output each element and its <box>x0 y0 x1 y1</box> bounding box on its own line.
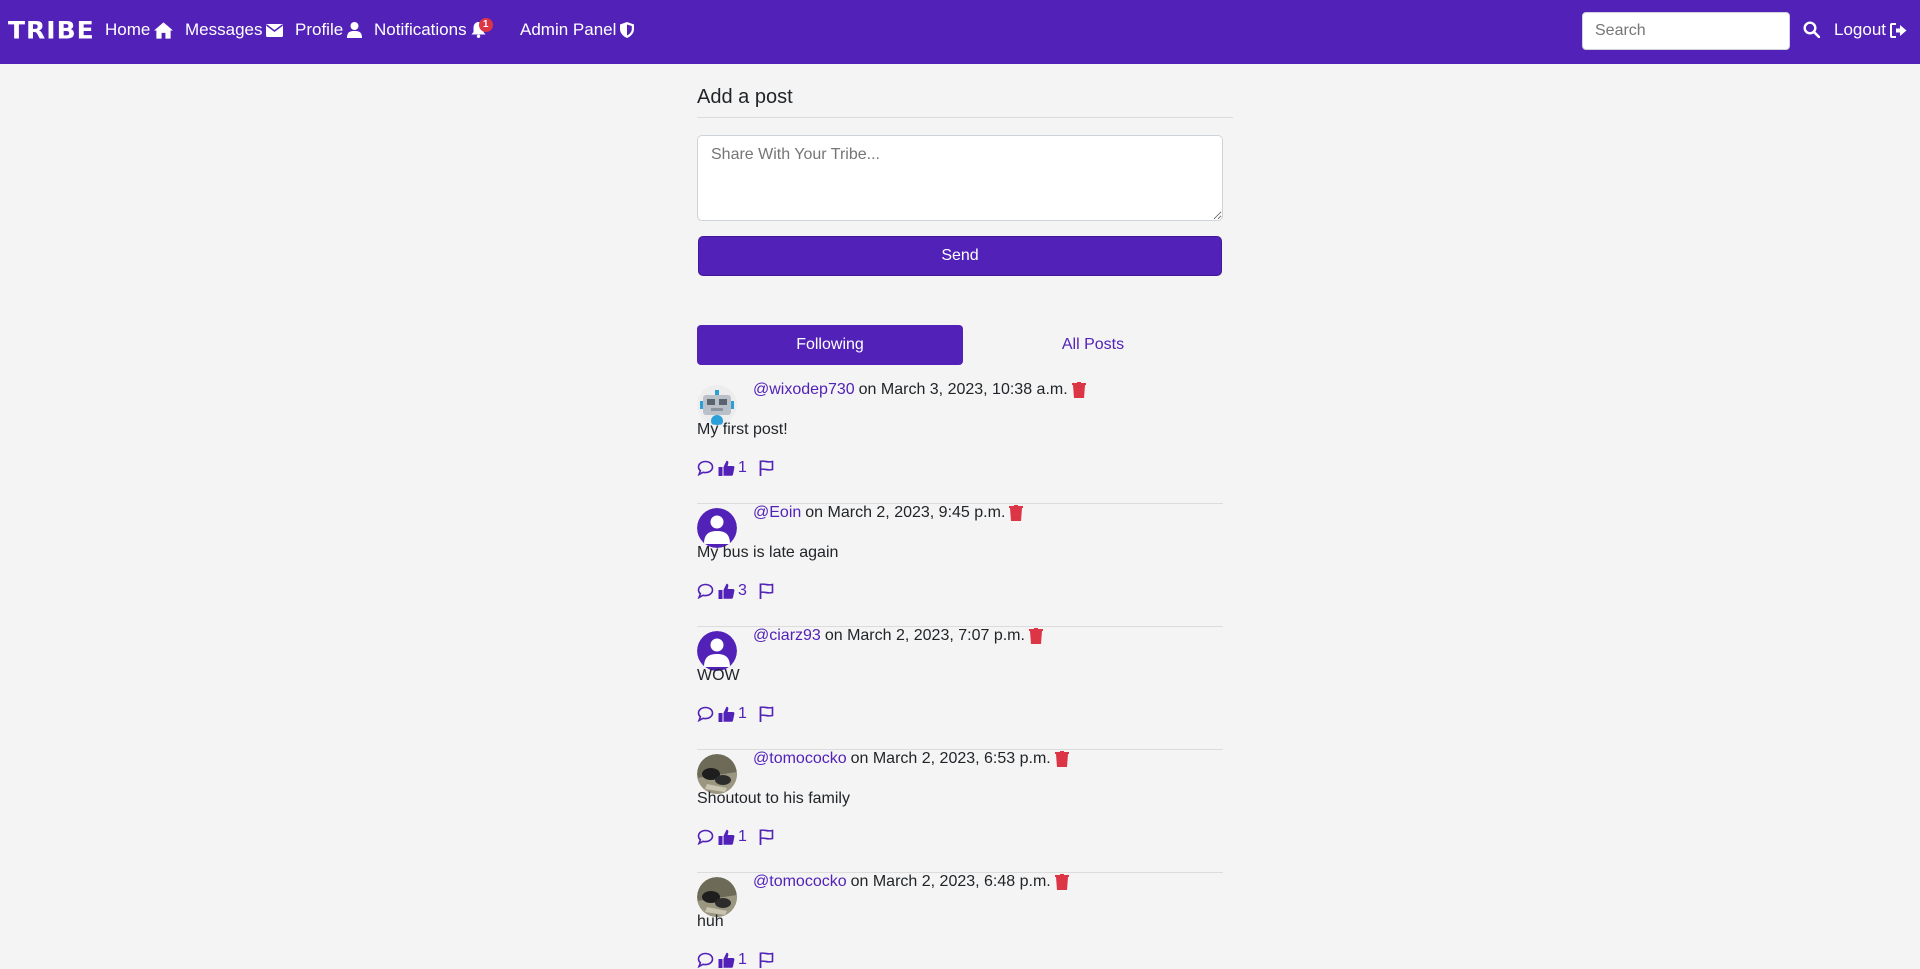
trash-icon[interactable] <box>1054 751 1069 767</box>
brand-logo[interactable]: TRIBE <box>8 17 95 45</box>
logout-icon <box>1890 22 1907 38</box>
post-actions: 1 <box>697 951 774 969</box>
thumbs-up-icon[interactable] <box>718 829 735 845</box>
nav-home[interactable]: Home <box>105 20 174 40</box>
post-meta: @tomococko on March 2, 2023, 6:53 p.m. <box>753 750 1069 768</box>
nav-notifications-label: Notifications <box>374 20 467 39</box>
comment-icon[interactable] <box>697 583 714 599</box>
nav-profile[interactable]: Profile <box>295 20 363 40</box>
post-body: My first post! <box>697 421 788 438</box>
post-meta: @Eoin on March 2, 2023, 9:45 p.m. <box>753 504 1024 522</box>
post-meta: @tomococko on March 2, 2023, 6:48 p.m. <box>753 873 1069 891</box>
nav-messages-label: Messages <box>185 20 263 39</box>
post-username[interactable]: @tomococko <box>753 750 847 768</box>
flag-icon[interactable] <box>759 583 774 599</box>
shield-icon <box>620 22 635 38</box>
like-count: 1 <box>738 459 747 476</box>
post-item: @wixodep730 on March 3, 2023, 10:38 a.m.… <box>697 381 1223 504</box>
search-button[interactable] <box>1803 21 1821 43</box>
nav-notifications[interactable]: Notifications 1 <box>374 18 493 40</box>
nav-profile-label: Profile <box>295 20 344 39</box>
post-meta: @wixodep730 on March 3, 2023, 10:38 a.m. <box>753 381 1086 399</box>
robot-avatar-icon <box>697 385 737 425</box>
trash-icon[interactable] <box>1009 505 1024 521</box>
post-username[interactable]: @tomococko <box>753 873 847 891</box>
avatar[interactable] <box>697 385 737 425</box>
navbar: TRIBE Home Messages Profile Notification… <box>0 0 1920 64</box>
post-username[interactable]: @wixodep730 <box>753 381 855 399</box>
avatar[interactable] <box>697 631 737 671</box>
post-actions: 1 <box>697 705 774 723</box>
flag-icon[interactable] <box>759 460 774 476</box>
nav-home-label: Home <box>105 20 151 39</box>
default-user-avatar-icon <box>697 631 737 671</box>
post-date: on March 3, 2023, 10:38 a.m. <box>858 381 1068 398</box>
post-date: on March 2, 2023, 6:48 p.m. <box>850 873 1051 890</box>
like-count: 3 <box>738 582 747 599</box>
send-button[interactable]: Send <box>699 237 1221 275</box>
post-body: WOW <box>697 667 740 684</box>
comment-icon[interactable] <box>697 952 714 968</box>
post-item: @tomococko on March 2, 2023, 6:48 p.m. h… <box>697 873 1223 969</box>
avatar[interactable] <box>697 508 737 548</box>
like-count: 1 <box>738 951 747 968</box>
envelope-icon <box>266 23 284 37</box>
post-date: on March 2, 2023, 7:07 p.m. <box>824 627 1025 644</box>
post-date: on March 2, 2023, 6:53 p.m. <box>850 750 1051 767</box>
thumbs-up-icon[interactable] <box>718 460 735 476</box>
divider <box>697 117 1233 118</box>
comment-icon[interactable] <box>697 460 714 476</box>
post-actions: 3 <box>697 582 774 600</box>
post-body: My bus is late again <box>697 544 839 561</box>
nav-logout-label: Logout <box>1834 20 1886 39</box>
avatar[interactable] <box>697 877 737 917</box>
post-item: @Eoin on March 2, 2023, 9:45 p.m. My bus… <box>697 504 1223 627</box>
post-actions: 1 <box>697 828 774 846</box>
nav-logout[interactable]: Logout <box>1834 20 1907 40</box>
search-icon <box>1803 21 1821 39</box>
post-item: @tomococko on March 2, 2023, 6:53 p.m. S… <box>697 750 1223 873</box>
add-post-title: Add a post <box>697 86 793 108</box>
thumbs-up-icon[interactable] <box>718 583 735 599</box>
post-textarea[interactable] <box>697 135 1223 221</box>
thumbs-up-icon[interactable] <box>718 952 735 968</box>
trash-icon[interactable] <box>1028 628 1043 644</box>
post-body: huh <box>697 913 724 930</box>
nav-admin-panel[interactable]: Admin Panel <box>520 20 635 40</box>
like-count: 1 <box>738 828 747 845</box>
nav-admin-panel-label: Admin Panel <box>520 20 617 39</box>
comment-icon[interactable] <box>697 706 714 722</box>
post-meta: @ciarz93 on March 2, 2023, 7:07 p.m. <box>753 627 1043 645</box>
tab-following[interactable]: Following <box>697 325 963 365</box>
flag-icon[interactable] <box>759 829 774 845</box>
search-input[interactable] <box>1582 12 1790 50</box>
post-date: on March 2, 2023, 9:45 p.m. <box>805 504 1006 521</box>
tab-all-posts[interactable]: All Posts <box>960 325 1226 365</box>
thumbs-up-icon[interactable] <box>718 706 735 722</box>
post-actions: 1 <box>697 459 774 477</box>
post-item: @ciarz93 on March 2, 2023, 7:07 p.m. WOW… <box>697 627 1223 750</box>
trash-icon[interactable] <box>1054 874 1069 890</box>
user-icon <box>347 22 363 38</box>
avatar[interactable] <box>697 754 737 794</box>
photo-avatar-icon <box>697 877 737 917</box>
post-body: Shoutout to his family <box>697 790 850 807</box>
post-username[interactable]: @ciarz93 <box>753 627 821 645</box>
home-icon <box>154 21 174 39</box>
photo-avatar-icon <box>697 754 737 794</box>
trash-icon[interactable] <box>1071 382 1086 398</box>
nav-messages[interactable]: Messages <box>185 20 284 40</box>
post-username[interactable]: @Eoin <box>753 504 801 522</box>
comment-icon[interactable] <box>697 829 714 845</box>
default-user-avatar-icon <box>697 508 737 548</box>
flag-icon[interactable] <box>759 706 774 722</box>
like-count: 1 <box>738 705 747 722</box>
flag-icon[interactable] <box>759 952 774 968</box>
notification-count-badge: 1 <box>478 18 493 32</box>
